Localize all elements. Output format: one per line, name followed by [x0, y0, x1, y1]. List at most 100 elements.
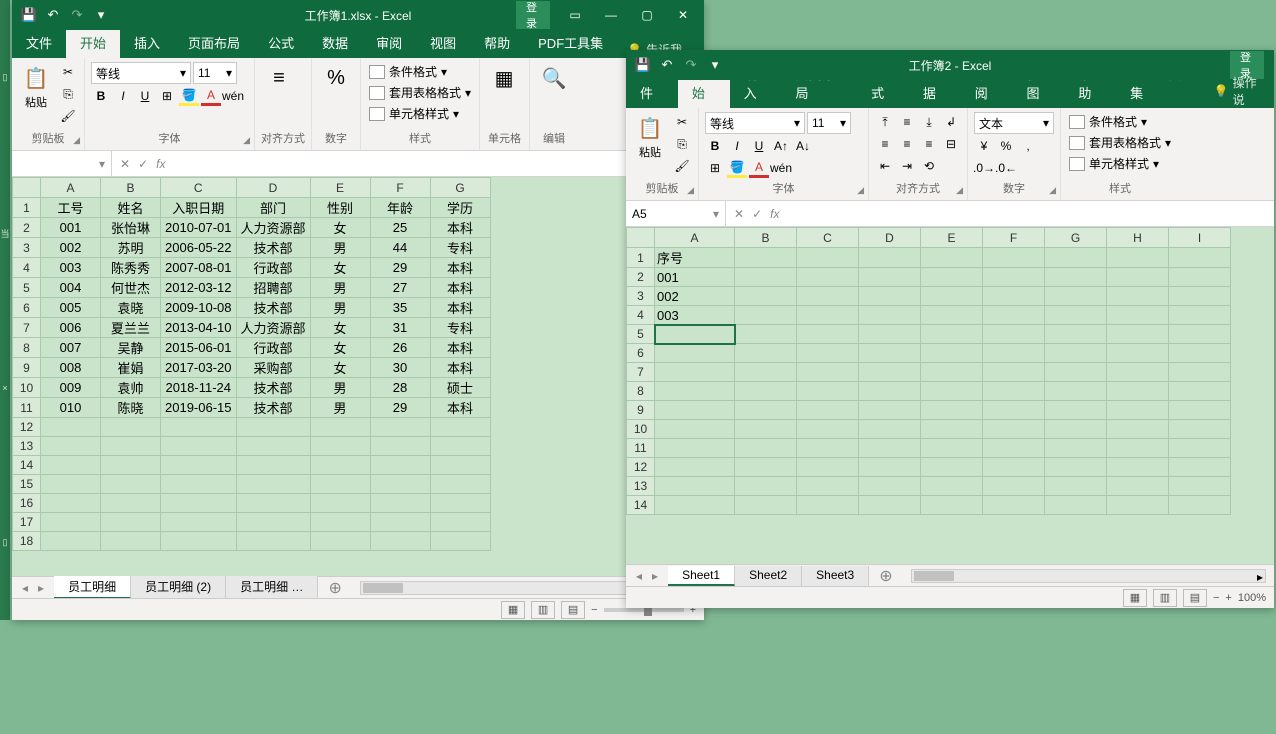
cell[interactable]: [797, 420, 859, 439]
italic-icon[interactable]: I: [113, 86, 133, 106]
row-header[interactable]: 17: [13, 513, 41, 532]
dialog-launcher-icon[interactable]: ◢: [73, 135, 80, 146]
cell[interactable]: 28: [370, 378, 430, 398]
cell[interactable]: [859, 306, 921, 325]
cell[interactable]: [1107, 439, 1169, 458]
cell[interactable]: [921, 401, 983, 420]
cell[interactable]: 002: [41, 238, 101, 258]
cell[interactable]: [735, 477, 797, 496]
page-break-view-icon[interactable]: ▤: [1183, 589, 1207, 607]
cell[interactable]: [1169, 382, 1231, 401]
cell[interactable]: [41, 513, 101, 532]
copy-icon[interactable]: ⎘: [58, 84, 78, 104]
cell[interactable]: [797, 477, 859, 496]
cell[interactable]: 001: [41, 218, 101, 238]
row-header[interactable]: 9: [13, 358, 41, 378]
cell[interactable]: 010: [41, 398, 101, 418]
cell[interactable]: [310, 494, 370, 513]
cell[interactable]: [735, 401, 797, 420]
tab-view[interactable]: 视图: [416, 27, 470, 58]
cell[interactable]: 吴静: [101, 338, 161, 358]
decrease-decimal-icon[interactable]: .0←: [996, 158, 1016, 178]
cell[interactable]: [161, 532, 237, 551]
cell[interactable]: [101, 494, 161, 513]
cell[interactable]: 本科: [430, 298, 490, 318]
cell[interactable]: 男: [310, 298, 370, 318]
number-format-combo[interactable]: 文本▾: [974, 112, 1054, 134]
grow-font-icon[interactable]: A↑: [771, 136, 791, 156]
cell[interactable]: [430, 494, 490, 513]
cell[interactable]: [1107, 382, 1169, 401]
paste-button[interactable]: 📋粘贴: [632, 112, 668, 162]
cell[interactable]: [161, 475, 237, 494]
scroll-next-icon[interactable]: ▸: [34, 581, 48, 595]
cell[interactable]: 2018-11-24: [161, 378, 237, 398]
minimize-icon[interactable]: —: [594, 1, 628, 29]
tab-page-layout[interactable]: 页面布局: [174, 27, 254, 58]
cell[interactable]: 2012-03-12: [161, 278, 237, 298]
align-left-icon[interactable]: ≡: [875, 134, 895, 154]
cell[interactable]: 001: [655, 268, 735, 287]
col-header[interactable]: F: [370, 178, 430, 198]
add-sheet-button[interactable]: ⊕: [318, 578, 351, 598]
cell[interactable]: 29: [370, 258, 430, 278]
redo-icon[interactable]: ↷: [68, 6, 86, 24]
row-header[interactable]: 12: [13, 418, 41, 437]
cell[interactable]: [1045, 439, 1107, 458]
cell[interactable]: [236, 456, 310, 475]
cell[interactable]: [655, 439, 735, 458]
cell[interactable]: [921, 420, 983, 439]
cell[interactable]: [797, 401, 859, 420]
cell[interactable]: 袁帅: [101, 378, 161, 398]
cell[interactable]: [859, 382, 921, 401]
cell[interactable]: [921, 458, 983, 477]
cell[interactable]: [735, 248, 797, 268]
cell[interactable]: 行政部: [236, 258, 310, 278]
cell[interactable]: [859, 268, 921, 287]
cell[interactable]: 本科: [430, 258, 490, 278]
row-header[interactable]: 3: [627, 287, 655, 306]
cell[interactable]: [1045, 477, 1107, 496]
cell[interactable]: [983, 420, 1045, 439]
cell[interactable]: [161, 513, 237, 532]
cell[interactable]: [983, 344, 1045, 363]
cell[interactable]: [370, 513, 430, 532]
row-header[interactable]: 13: [13, 437, 41, 456]
cell[interactable]: [983, 458, 1045, 477]
cell[interactable]: [921, 477, 983, 496]
cell[interactable]: [1045, 325, 1107, 344]
cell[interactable]: [430, 513, 490, 532]
cell[interactable]: [161, 418, 237, 437]
cell[interactable]: [1107, 287, 1169, 306]
cell[interactable]: [735, 420, 797, 439]
enter-formula-icon[interactable]: ✓: [138, 157, 148, 171]
cell[interactable]: [983, 325, 1045, 344]
cell[interactable]: [1169, 439, 1231, 458]
cell[interactable]: [1045, 420, 1107, 439]
cell[interactable]: [1045, 268, 1107, 287]
cell[interactable]: [1107, 248, 1169, 268]
cell[interactable]: [236, 494, 310, 513]
cell[interactable]: [983, 382, 1045, 401]
cell[interactable]: 行政部: [236, 338, 310, 358]
cell[interactable]: [1107, 458, 1169, 477]
bold-icon[interactable]: B: [705, 136, 725, 156]
cut-icon[interactable]: ✂: [672, 112, 692, 132]
merge-icon[interactable]: ⊟: [941, 134, 961, 154]
dialog-launcher-icon[interactable]: ◢: [857, 185, 864, 196]
cell[interactable]: 何世杰: [101, 278, 161, 298]
dialog-launcher-icon[interactable]: ◢: [956, 185, 963, 196]
cell[interactable]: [236, 513, 310, 532]
cell[interactable]: [1107, 496, 1169, 515]
col-header[interactable]: D: [236, 178, 310, 198]
cell[interactable]: [236, 418, 310, 437]
tab-formulas[interactable]: 公式: [254, 27, 308, 58]
cell[interactable]: 25: [370, 218, 430, 238]
sheet-tab[interactable]: 员工明细: [54, 576, 131, 599]
align-middle-icon[interactable]: ≡: [897, 112, 917, 132]
col-header[interactable]: G: [1045, 228, 1107, 248]
phonetic-icon[interactable]: wén: [223, 86, 243, 106]
cell[interactable]: [859, 401, 921, 420]
cell[interactable]: [655, 401, 735, 420]
cell[interactable]: 年龄: [370, 198, 430, 218]
